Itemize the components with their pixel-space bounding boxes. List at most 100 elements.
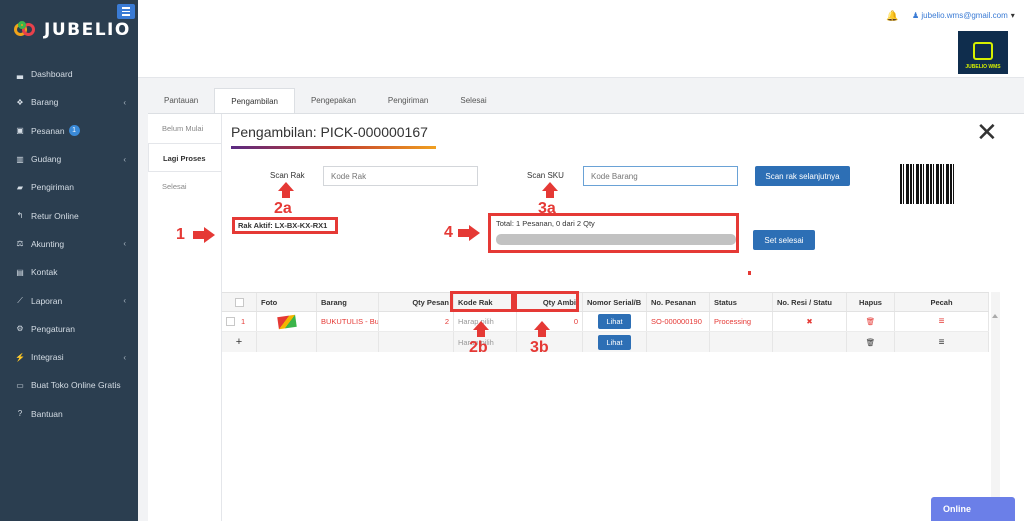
empty-status (710, 332, 773, 352)
annotation-2b: 2b (469, 339, 488, 356)
arrow-right-icon (458, 225, 480, 241)
chevron-left-icon: ‹ (123, 352, 126, 362)
sku-code-input[interactable] (583, 166, 738, 186)
sidebar-item-integrasi[interactable]: ⚡ Integrasi ‹ (0, 343, 138, 371)
table-row: 1 BUKUTULIS - Bu 2 Harap pilih 0 Lihat S… (222, 312, 989, 332)
highlight-kode-rak (450, 291, 514, 312)
tab-pantauan[interactable]: Pantauan (148, 88, 214, 113)
picking-panel: Belum Mulai Lagi Proses Selesai Pengambila… (148, 113, 1024, 521)
header-foto: Foto (257, 293, 317, 311)
empty-product (317, 332, 379, 352)
row-checkbox[interactable] (226, 317, 235, 326)
empty-qty (379, 332, 454, 352)
hamburger-menu-icon[interactable] (117, 4, 135, 19)
sidebar-item-label: Akunting (31, 238, 65, 249)
empty-resi (773, 332, 847, 352)
annotation-2a: 2a (274, 200, 292, 217)
arrow-up-icon (278, 182, 294, 198)
cubes-icon: ❖ (16, 97, 24, 107)
sidebar-item-pengiriman[interactable]: ▰ Pengiriman (0, 173, 138, 201)
header-select[interactable] (222, 293, 257, 311)
scroll-up-icon[interactable] (992, 314, 998, 318)
close-icon[interactable]: ✕ (976, 118, 998, 148)
contact-card-icon: ▤ (16, 267, 24, 277)
sidebar-item-laporan[interactable]: ⟋ Laporan ‹ (0, 286, 138, 314)
sidebar-item-bantuan[interactable]: ? Bantuan (0, 400, 138, 428)
highlight-qty-ambil (514, 291, 579, 312)
tab-pengiriman[interactable]: Pengiriman (372, 88, 444, 113)
delete-trash-icon[interactable]: 🗑 (847, 332, 895, 352)
annotation-1: 1 (176, 226, 185, 243)
empty-qty-picked (517, 332, 583, 352)
scan-rak-label: Scan Rak (270, 171, 305, 180)
order-number[interactable]: SO-000000190 (647, 312, 710, 331)
add-row-icon[interactable]: + (222, 332, 257, 352)
rack-code-input[interactable] (323, 166, 478, 186)
sidebar-item-label: Bantuan (31, 408, 63, 419)
jubelio-logo-icon (14, 21, 40, 39)
main-tabs: Pantauan Pengambilan Pengepakan Pengiriman S… (148, 88, 503, 113)
truck-icon: ▰ (16, 182, 24, 192)
split-menu-icon[interactable]: ≡ (895, 312, 989, 331)
sidebar-item-pesanan[interactable]: ▣ Pesanan 1 (0, 117, 138, 145)
table-scrollbar[interactable] (991, 292, 1000, 521)
arrow-right-icon (193, 227, 215, 243)
product-name[interactable]: BUKUTULIS - Bu (317, 312, 379, 331)
sidebar-item-buat-toko-online-gratis[interactable]: ▭ Buat Toko Online Gratis (0, 371, 138, 399)
active-rack-box: Rak Aktif: LX-BX-KX-RX1 (232, 217, 338, 234)
row-select[interactable]: 1 (222, 312, 257, 331)
sidebar-item-label: Pengaturan (31, 323, 75, 334)
delete-trash-icon[interactable]: 🗑 (847, 312, 895, 331)
sidebar-item-label: Integrasi (31, 352, 64, 363)
arrow-up-icon (542, 182, 558, 198)
notification-bell-icon[interactable]: 🔔 (886, 11, 898, 22)
subtab-lagi-proses[interactable]: Lagi Proses (148, 143, 221, 172)
brand-logo[interactable]: JUBELIO (14, 18, 131, 42)
main-content: Pantauan Pengambilan Pengepakan Pengiriman S… (138, 78, 1024, 521)
next-rack-button[interactable]: Scan rak selanjutnya (755, 166, 850, 186)
product-photo (257, 312, 317, 331)
scan-sku-label: Scan SKU (527, 171, 564, 180)
online-chat-button[interactable]: Online (931, 497, 1015, 521)
view-serial-button[interactable]: Lihat (598, 334, 631, 350)
table-row: + Harap pilih Lihat 🗑 ≡ (222, 332, 989, 352)
empty-photo (257, 332, 317, 352)
user-email: jubelio.wms@gmail.com (921, 11, 1008, 20)
modal-title: Pengambilan: PICK-000000167 (231, 124, 428, 140)
sidebar-item-retur-online[interactable]: ↰ Retur Online (0, 201, 138, 229)
sidebar-item-dashboard[interactable]: ▃ Dashboard (0, 60, 138, 88)
tab-selesai[interactable]: Selesai (444, 88, 502, 113)
sidebar-item-barang[interactable]: ❖ Barang ‹ (0, 88, 138, 116)
arrow-up-icon (473, 321, 489, 337)
sidebar-item-gudang[interactable]: ▥ Gudang ‹ (0, 145, 138, 173)
header-status: Status (710, 293, 773, 311)
tab-pengepakan[interactable]: Pengepakan (295, 88, 372, 113)
qty-picked[interactable]: 0 (517, 312, 583, 331)
subtab-belum-mulai[interactable]: Belum Mulai (148, 114, 221, 143)
header-barang: Barang (317, 293, 379, 311)
sidebar-item-label: Buat Toko Online Gratis (31, 380, 121, 391)
jubelio-wms-logo: JUBELIO WMS (958, 31, 1008, 74)
sidebar-item-pengaturan[interactable]: ⚙ Pengaturan (0, 315, 138, 343)
select-all-checkbox[interactable] (234, 297, 244, 307)
product-thumbnail-icon (276, 314, 297, 329)
tab-pengambilan[interactable]: Pengambilan (214, 88, 295, 113)
chevron-left-icon: ‹ (123, 239, 126, 249)
user-menu[interactable]: ♟ jubelio.wms@gmail.com ▾ (912, 11, 1015, 20)
set-finished-button[interactable]: Set selesai (753, 230, 815, 250)
split-menu-icon[interactable]: ≡ (895, 332, 989, 352)
view-serial-button[interactable]: Lihat (598, 314, 631, 329)
sidebar-item-kontak[interactable]: ▤ Kontak (0, 258, 138, 286)
subtab-selesai[interactable]: Selesai (148, 172, 221, 201)
header-pecah: Pecah (895, 293, 989, 311)
barcode-icon (900, 164, 956, 204)
chevron-left-icon: ‹ (123, 97, 126, 107)
building-icon: ▥ (16, 154, 24, 164)
total-summary: Total: 1 Pesanan, 0 dari 2 Qty (496, 219, 595, 228)
balance-icon: ⚖ (16, 239, 24, 249)
sidebar-item-akunting[interactable]: ⚖ Akunting ‹ (0, 230, 138, 258)
row-number: 1 (241, 317, 246, 326)
title-underline (231, 146, 436, 149)
table-header: Foto Barang Qty Pesan Kode Rak Qty Ambil… (222, 292, 989, 312)
arrow-up-icon (534, 321, 550, 337)
